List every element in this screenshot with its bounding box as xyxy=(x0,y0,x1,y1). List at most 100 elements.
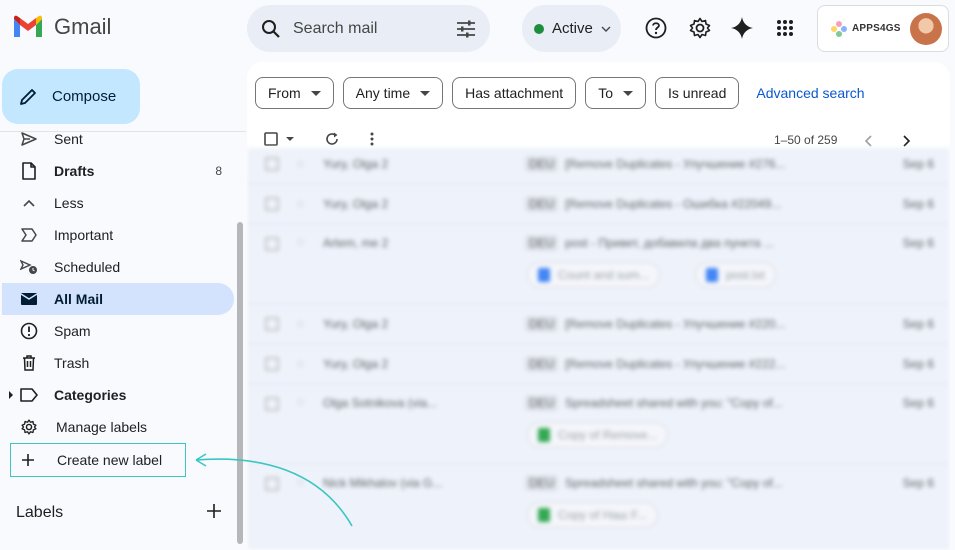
email-tag: DEU xyxy=(525,315,559,332)
row-checkbox[interactable] xyxy=(265,237,279,251)
doc-icon xyxy=(538,268,550,282)
table-row[interactable]: ☆ Nick Mikhalov (via G... DEU Spreadshee… xyxy=(247,464,950,544)
star-icon[interactable]: ☆ xyxy=(295,317,306,331)
email-sender: Artem, me 2 xyxy=(323,236,389,250)
table-row[interactable]: ☆ Yury, Olga 2 DEU [Remove Duplicates - … xyxy=(247,144,950,184)
attachment-name: post.txt xyxy=(726,268,765,282)
star-icon[interactable]: ☆ xyxy=(295,475,306,489)
row-checkbox[interactable] xyxy=(265,156,279,171)
email-sender: Nick Mikhalov (via G... xyxy=(323,476,443,490)
email-tag: DEU xyxy=(525,235,559,251)
status-label: Active xyxy=(552,20,593,37)
draft-icon xyxy=(20,162,38,180)
table-row[interactable]: ☆ Yury, Olga 2 DEU [Remove Duplicates - … xyxy=(247,184,950,224)
chevron-down-icon xyxy=(601,26,611,32)
sidebar-item-label: Manage labels xyxy=(56,419,148,435)
plus-icon xyxy=(22,454,34,466)
star-icon[interactable]: ☆ xyxy=(295,197,306,211)
sidebar-item-less[interactable]: Less xyxy=(2,187,234,219)
attachment-name: Copy of Наш F... xyxy=(558,508,647,522)
sidebar-scrollbar[interactable] xyxy=(237,222,243,544)
email-sender: Yury, Olga 2 xyxy=(323,356,389,371)
apps-grid-icon[interactable] xyxy=(773,16,797,40)
sidebar-item-label: Drafts xyxy=(54,163,95,179)
caret-down-icon xyxy=(623,90,633,96)
attachment-name: Count and sum... xyxy=(558,268,650,282)
email-date: Sep 6 xyxy=(902,476,934,490)
avatar[interactable] xyxy=(910,13,942,45)
search-bar[interactable]: Search mail xyxy=(247,5,490,52)
create-label-text: Create new label xyxy=(57,452,163,468)
sidebar-item-categories[interactable]: Categories xyxy=(2,379,234,411)
search-icon[interactable] xyxy=(261,19,281,39)
search-filter-chips: From Any time Has attachment To Is unrea… xyxy=(255,77,865,109)
email-tag: DEU xyxy=(525,355,559,372)
attachment-chip[interactable]: Copy of Remove... xyxy=(527,422,669,448)
filter-is-unread[interactable]: Is unread xyxy=(655,77,740,109)
filter-has-attachment[interactable]: Has attachment xyxy=(452,77,577,109)
row-checkbox[interactable] xyxy=(265,316,279,331)
email-subject: post - Привет, добавила два пункта ... xyxy=(565,236,774,250)
chevron-up-icon xyxy=(20,194,38,212)
scheduled-icon xyxy=(20,258,38,276)
all-mail-icon xyxy=(20,290,38,308)
important-icon xyxy=(20,226,38,244)
star-icon[interactable]: ☆ xyxy=(295,395,306,409)
table-row[interactable]: ☆ Olga Sotnikova (via... DEU Spreadsheet… xyxy=(247,384,950,464)
row-checkbox[interactable] xyxy=(265,477,279,491)
attachment-chip[interactable]: Copy of Наш F... xyxy=(527,502,658,528)
sidebar-item-important[interactable]: Important xyxy=(2,219,234,251)
email-tag: DEU xyxy=(525,475,559,491)
compose-button[interactable]: Compose xyxy=(2,69,140,124)
sidebar-item-spam[interactable]: Spam xyxy=(2,315,234,347)
sidebar-item-drafts[interactable]: Drafts 8 xyxy=(2,155,234,187)
sidebar-item-label: Important xyxy=(54,227,114,243)
gemini-sparkle-icon[interactable] xyxy=(730,16,754,40)
sidebar-item-trash[interactable]: Trash xyxy=(2,347,234,379)
table-row[interactable]: ☆ Artem, me 2 DEU post - Привет, добавил… xyxy=(247,224,950,304)
sidebar-item-sent[interactable]: Sent xyxy=(2,123,234,155)
search-input[interactable]: Search mail xyxy=(293,20,456,38)
sidebar-item-manage-labels[interactable]: Manage labels xyxy=(2,411,234,443)
star-icon[interactable]: ☆ xyxy=(295,357,306,371)
table-row[interactable]: ☆ Yury, Olga 2 DEU [Remove Duplicates - … xyxy=(247,304,950,344)
status-dropdown[interactable]: Active xyxy=(522,5,621,52)
sidebar-item-label: All Mail xyxy=(54,291,104,307)
expand-arrow-icon[interactable] xyxy=(8,391,14,399)
row-checkbox[interactable] xyxy=(265,397,279,411)
table-row[interactable]: ☆ Yury, Olga 2 DEU [Remove Duplicates - … xyxy=(247,344,950,384)
advanced-search-link[interactable]: Advanced search xyxy=(756,85,864,101)
filter-any-time-label: Any time xyxy=(355,85,411,101)
star-icon[interactable]: ☆ xyxy=(295,235,306,249)
app-name: Gmail xyxy=(54,14,112,39)
spam-icon xyxy=(20,322,38,340)
filter-to[interactable]: To xyxy=(585,77,646,109)
doc-icon xyxy=(706,268,718,282)
send-icon xyxy=(20,130,38,148)
filter-any-time[interactable]: Any time xyxy=(342,77,444,109)
filter-to-label: To xyxy=(598,85,613,101)
sidebar-item-label: Sent xyxy=(54,131,83,147)
gear-icon[interactable] xyxy=(688,16,712,40)
row-checkbox[interactable] xyxy=(265,196,279,211)
sidebar-item-all-mail[interactable]: All Mail xyxy=(2,283,234,315)
create-new-label-button[interactable]: Create new label xyxy=(10,443,186,477)
app-header: Gmail Search mail Active APPS4GS xyxy=(0,0,955,58)
compose-label: Compose xyxy=(52,88,117,105)
star-icon[interactable]: ☆ xyxy=(295,157,306,171)
attachment-chip[interactable]: Count and sum... xyxy=(527,262,661,288)
help-icon[interactable] xyxy=(644,16,668,40)
pencil-icon xyxy=(20,88,36,105)
email-sender: Olga Sotnikova (via... xyxy=(323,396,438,410)
add-label-icon[interactable] xyxy=(206,503,222,524)
email-subject: Spreadsheet shared with you: "Copy of... xyxy=(565,476,783,490)
email-subject: Spreadsheet shared with you: "Copy of... xyxy=(565,396,783,410)
email-sender: Yury, Olga 2 xyxy=(323,156,389,171)
row-checkbox[interactable] xyxy=(265,356,279,371)
attachment-chip[interactable]: post.txt xyxy=(695,262,776,288)
filter-from[interactable]: From xyxy=(255,77,334,109)
gmail-logo[interactable]: Gmail xyxy=(12,14,111,40)
account-switcher[interactable]: APPS4GS xyxy=(817,5,949,52)
sidebar-item-scheduled[interactable]: Scheduled xyxy=(2,251,234,283)
search-options-icon[interactable] xyxy=(456,20,476,38)
